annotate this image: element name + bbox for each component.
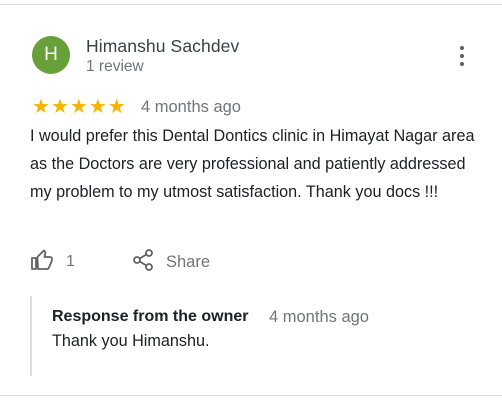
like-count: 1 <box>66 253 75 270</box>
reviewer-review-count: 1 review <box>86 58 144 75</box>
star-icon: ★ <box>88 96 107 118</box>
share-icon <box>132 248 154 277</box>
owner-response-text: Thank you Himanshu. <box>52 332 210 350</box>
top-divider <box>0 4 502 5</box>
like-button[interactable]: 1 <box>30 249 80 275</box>
star-icon: ★ <box>69 96 88 118</box>
more-options-icon[interactable] <box>452 44 472 68</box>
share-button[interactable]: Share <box>132 248 211 277</box>
owner-response-rule <box>30 296 32 376</box>
reviewer-name[interactable]: Himanshu Sachdev <box>86 36 239 57</box>
share-label: Share <box>166 252 211 271</box>
star-icon: ★ <box>50 96 69 118</box>
star-icon: ★ <box>32 96 50 118</box>
avatar[interactable]: H <box>32 36 70 74</box>
owner-response-title: Response from the owner <box>52 308 249 325</box>
bottom-divider <box>0 395 502 396</box>
review-text: I would prefer this Dental Dontics clini… <box>30 127 475 201</box>
star-rating: ★ ★ ★ ★ ★ <box>32 96 127 118</box>
thumbs-up-icon <box>30 248 54 277</box>
owner-response-time: 4 months ago <box>269 308 369 326</box>
review-time: 4 months ago <box>141 98 241 116</box>
star-icon: ★ <box>107 96 126 118</box>
